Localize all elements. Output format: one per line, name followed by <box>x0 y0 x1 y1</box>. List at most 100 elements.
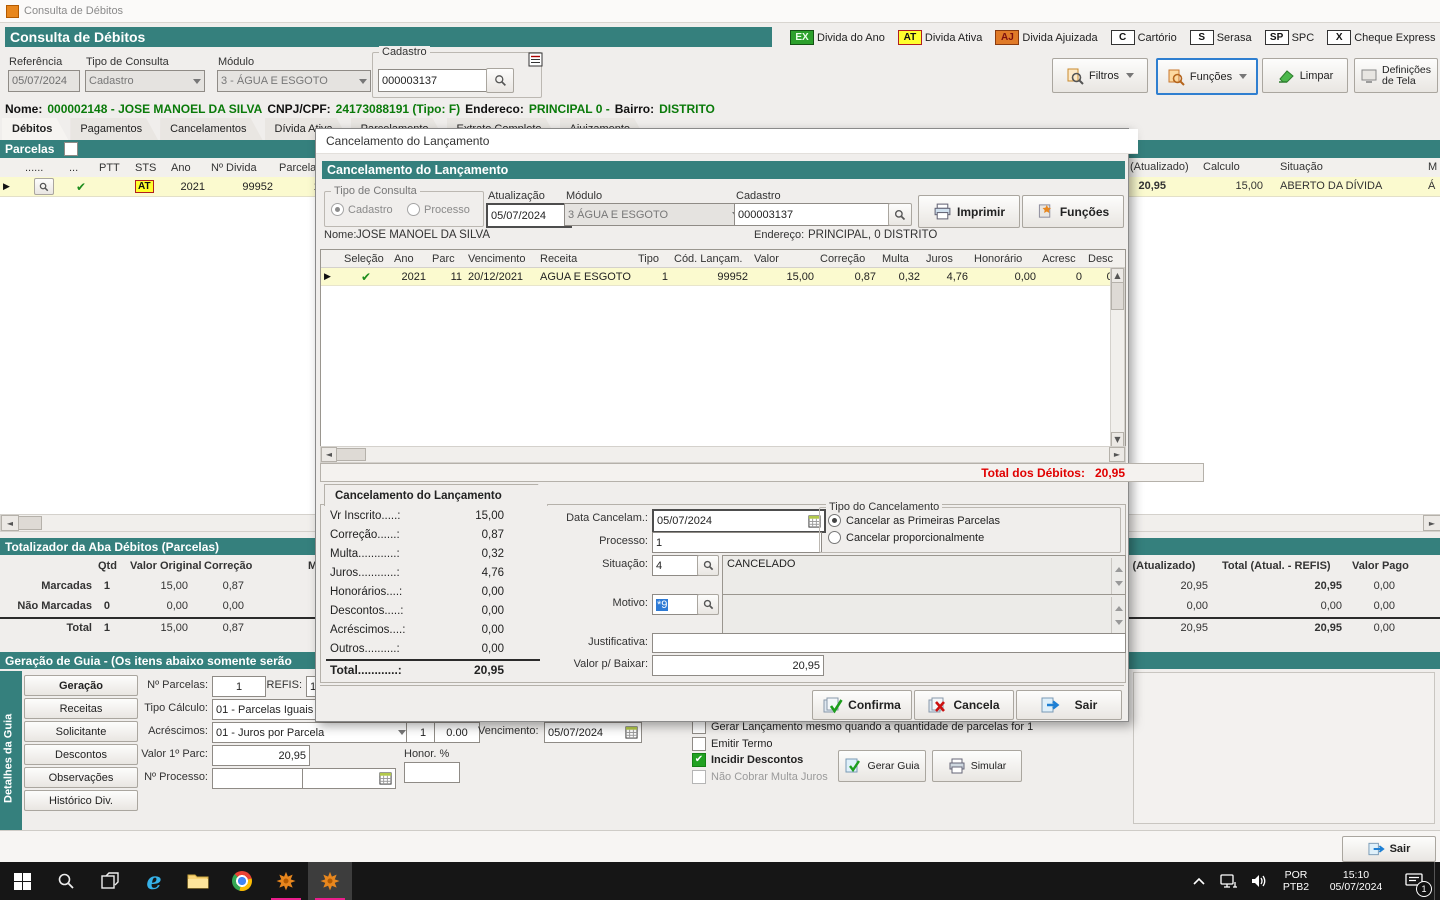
magnifier-button[interactable] <box>34 178 54 195</box>
num-parcelas-input[interactable]: 1 <box>212 676 266 697</box>
dialog-modulo-select[interactable]: 3 ÁGUA E ESGOTO <box>564 203 744 226</box>
funcoes-button[interactable]: Funções <box>1156 58 1258 95</box>
processo-input[interactable]: 1 <box>652 532 822 553</box>
header-parc[interactable]: Parc <box>429 253 465 265</box>
radio-processo[interactable]: Processo <box>407 203 470 216</box>
dialog-imprimir-button[interactable]: Imprimir <box>918 195 1020 228</box>
definicoes-tela-button[interactable]: Definiçõesde Tela <box>1354 58 1438 93</box>
main-sair-button[interactable]: Sair <box>1342 836 1436 862</box>
honor-input[interactable] <box>404 762 460 783</box>
checkbox-checked-icon[interactable]: ✔ <box>692 753 706 767</box>
confirma-button[interactable]: Confirma <box>812 690 912 720</box>
tab-cancelamentos[interactable]: Cancelamentos <box>160 118 262 140</box>
tab-pagamentos[interactable]: Pagamentos <box>70 118 158 140</box>
situacao-input[interactable]: 4 <box>652 555 702 576</box>
radio-cadastro[interactable]: Cadastro <box>331 203 393 216</box>
header-acresc[interactable]: Acresc <box>1039 253 1085 265</box>
cancelamento-tab[interactable]: Cancelamento do Lançamento <box>324 484 548 506</box>
dialog-caption[interactable]: Cancelamento do Lançamento <box>316 129 1138 154</box>
valor-baixar-input[interactable]: 20,95 <box>652 655 824 676</box>
radio-proporcionalmente[interactable]: Cancelar proporcionalmente <box>828 531 984 544</box>
scroll-thumb[interactable] <box>336 448 366 461</box>
start-button[interactable] <box>0 862 44 900</box>
list-icon[interactable] <box>528 52 543 67</box>
processo-data-input[interactable] <box>302 768 396 789</box>
cadastro-search-button[interactable] <box>486 68 514 93</box>
clock[interactable]: 15:1005/07/2024 <box>1318 862 1394 900</box>
header-dots3[interactable]: ... <box>66 162 96 174</box>
cell-selecao[interactable]: ✔ <box>341 270 391 284</box>
header-vencimento[interactable]: Vencimento <box>465 253 537 265</box>
dialog-atualizacao-input[interactable]: 05/07/2024 <box>486 203 572 228</box>
spin-up-icon[interactable] <box>1115 602 1123 611</box>
dialog-sair-button[interactable]: Sair <box>1016 690 1122 720</box>
show-desktop-button[interactable] <box>1434 862 1440 900</box>
vencimento-input[interactable]: 05/07/2024 <box>544 722 642 743</box>
parcelas-checkbox[interactable] <box>64 142 78 156</box>
check-incidir-descontos[interactable]: ✔Incidir Descontos <box>692 753 803 767</box>
header-ano[interactable]: Ano <box>391 253 429 265</box>
cadastro-input[interactable]: 000003137 <box>378 69 490 92</box>
ie-button[interactable]: e <box>132 862 176 900</box>
header-calculo[interactable]: Calculo <box>1203 161 1240 173</box>
header-selecao[interactable]: Seleção <box>341 253 391 265</box>
notification-center-button[interactable]: 1 <box>1394 862 1434 900</box>
dialog-grid-row[interactable]: ▶ ✔ 2021 11 20/12/2021 AGUA E ESGOTO 1 9… <box>321 268 1125 286</box>
data-cancelam-input[interactable]: 05/07/2024 <box>652 509 826 533</box>
volume-tray-icon[interactable] <box>1244 862 1274 900</box>
scroll-left-icon[interactable]: ◄ <box>321 447 337 462</box>
header-juros[interactable]: Juros <box>923 253 971 265</box>
motivo-input[interactable]: *9 <box>652 594 702 615</box>
scroll-thumb[interactable] <box>18 516 42 530</box>
calendar-icon[interactable] <box>625 726 638 739</box>
valor-parcela-input[interactable]: 20,95 <box>212 745 310 766</box>
network-tray-icon[interactable] <box>1214 862 1244 900</box>
justificativa-input[interactable] <box>652 633 1126 653</box>
app-window-2-button[interactable] <box>308 862 352 900</box>
header-desc[interactable]: Desc <box>1085 253 1126 265</box>
header-m[interactable]: M <box>1428 161 1437 173</box>
filtros-button[interactable]: Filtros <box>1052 58 1148 93</box>
situacao-search-button[interactable] <box>697 555 719 576</box>
tipo-consulta-select[interactable]: Cadastro <box>85 70 205 92</box>
header-atualizado[interactable]: (Atualizado) <box>1130 161 1189 173</box>
header-situacao[interactable]: Situação <box>1280 161 1323 173</box>
tab-debitos[interactable]: Débitos <box>2 118 68 140</box>
spin-down-icon[interactable] <box>1115 620 1123 629</box>
header-ptt[interactable]: PTT <box>96 162 132 174</box>
check-nao-cobrar-multa[interactable]: Não Cobrar Multa Juros <box>692 770 828 784</box>
limpar-button[interactable]: Limpar <box>1262 58 1348 93</box>
scroll-left-icon[interactable]: ◄ <box>1 515 19 531</box>
header-cod-lancam[interactable]: Cód. Lançam. <box>671 253 751 265</box>
scroll-right-icon[interactable]: ► <box>1109 447 1125 462</box>
acrescimos-select[interactable]: 01 - Juros por Parcela <box>212 722 410 743</box>
spin-down-icon[interactable] <box>1115 581 1123 590</box>
checkbox-icon[interactable] <box>692 737 706 751</box>
header-multa[interactable]: Multa <box>879 253 923 265</box>
header-divida[interactable]: Nº Divida <box>208 162 276 174</box>
file-explorer-button[interactable] <box>176 862 220 900</box>
calendar-icon[interactable] <box>379 772 392 785</box>
dialog-grid-hscrollbar[interactable]: ◄ ► <box>320 446 1126 463</box>
referencia-input[interactable]: 05/07/2024 <box>8 70 80 92</box>
simular-button[interactable]: Simular <box>932 750 1022 782</box>
dialog-cadastro-search-button[interactable] <box>888 203 912 226</box>
row-selected-cell[interactable]: ✔ <box>66 180 96 194</box>
chrome-button[interactable] <box>220 862 264 900</box>
situacao-desc-box[interactable]: CANCELADO <box>722 555 1126 596</box>
dialog-grid-vscrollbar[interactable]: ▲ ▼ <box>1110 267 1125 448</box>
scroll-thumb[interactable] <box>1111 282 1124 310</box>
language-indicator[interactable]: PORPTB2 <box>1274 862 1318 900</box>
header-honorario[interactable]: Honorário <box>971 253 1039 265</box>
motivo-desc-box[interactable] <box>722 594 1126 635</box>
check-emitir-termo[interactable]: Emitir Termo <box>692 737 773 751</box>
app-window-1-button[interactable] <box>264 862 308 900</box>
dialog-funcoes-button[interactable]: Funções <box>1022 195 1124 228</box>
header-tipo[interactable]: Tipo <box>635 253 671 265</box>
scroll-up-icon[interactable]: ▲ <box>1111 268 1124 283</box>
scroll-down-icon[interactable]: ▼ <box>1111 432 1124 447</box>
checkbox-icon[interactable] <box>692 720 706 734</box>
header-correcao[interactable]: Correção <box>817 253 879 265</box>
header-valor[interactable]: Valor <box>751 253 817 265</box>
motivo-search-button[interactable] <box>697 594 719 615</box>
